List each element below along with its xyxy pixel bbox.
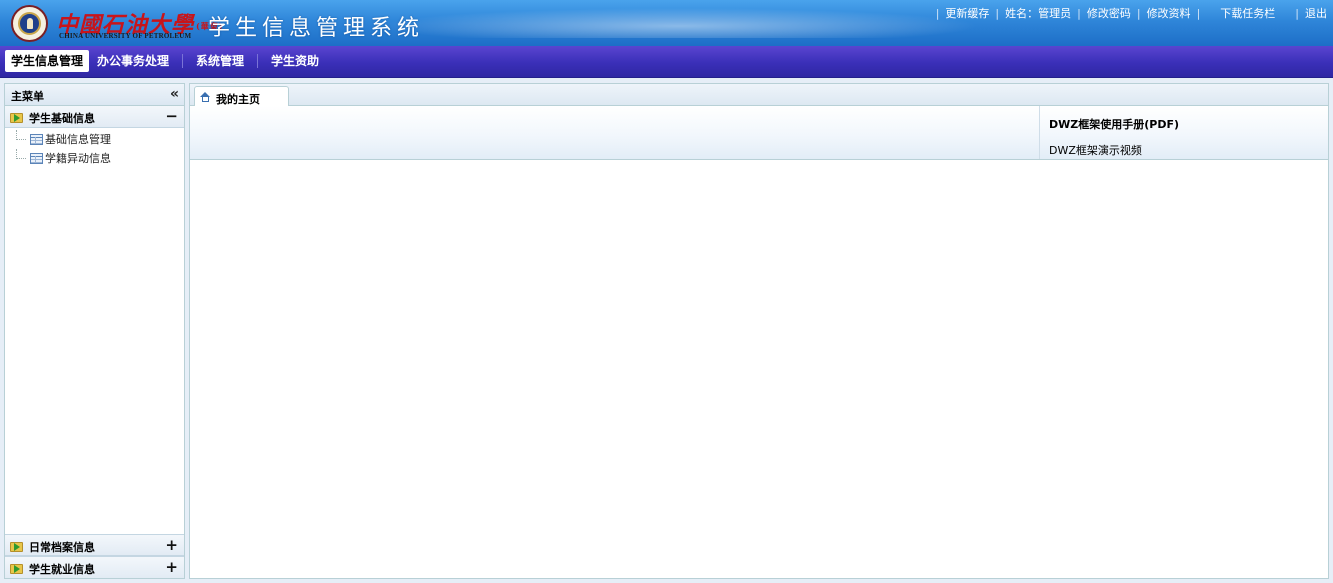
sidebar: 主菜单 « 学生基础信息 − 基础信息管理 学籍异动信息 日常档案信息 + 学生… — [4, 83, 185, 579]
sidebar-title: 主菜单 — [11, 90, 44, 103]
table-icon — [30, 153, 43, 164]
logout-link[interactable]: 退出 — [1305, 5, 1327, 21]
banner-links: DWZ框架使用手册(PDF) DWZ框架演示视频 — [1039, 106, 1328, 159]
university-emblem-icon — [11, 5, 48, 42]
download-taskbar-link[interactable]: 下载任务栏 — [1220, 5, 1275, 21]
refresh-cache-link[interactable]: 更新缓存 — [945, 5, 989, 21]
menu-item-enrollment-change[interactable]: 学籍异动信息 — [5, 149, 184, 168]
collapse-minus-icon[interactable]: − — [165, 107, 178, 125]
nav-office-affairs[interactable]: 办公事务处理 — [91, 50, 175, 72]
nav-divider — [182, 54, 184, 68]
university-name-en: CHINA UNIVERSITY OF PETROLEUM — [59, 32, 192, 40]
tab-bar: 我的主页 — [190, 84, 1328, 107]
sidebar-header: 主菜单 « — [5, 84, 184, 106]
accordion-student-basic-info[interactable]: 学生基础信息 − — [5, 106, 184, 128]
folder-arrow-icon — [10, 540, 24, 552]
manual-pdf-link[interactable]: DWZ框架使用手册(PDF) — [1049, 116, 1179, 132]
tab-label: 我的主页 — [216, 93, 260, 106]
nav-student-info[interactable]: 学生信息管理 — [5, 50, 90, 72]
accordion-daily-archive[interactable]: 日常档案信息 + — [5, 534, 184, 556]
header-decoration — [380, 8, 980, 38]
home-banner: DWZ框架使用手册(PDF) DWZ框架演示视频 — [190, 106, 1328, 160]
system-title: 学生信息管理系统 — [208, 16, 425, 41]
menu-item-label: 学籍异动信息 — [45, 152, 111, 165]
table-icon — [30, 134, 43, 145]
nav-student-aid[interactable]: 学生资助 — [265, 50, 325, 72]
edit-profile-link[interactable]: 修改资料 — [1147, 5, 1191, 21]
main-panel: 我的主页 DWZ框架使用手册(PDF) DWZ框架演示视频 — [189, 83, 1329, 579]
accordion-label: 日常档案信息 — [29, 541, 95, 554]
accordion-employment-info[interactable]: 学生就业信息 + — [5, 556, 184, 578]
user-name-label: 姓名：管理员 — [1005, 7, 1072, 20]
tab-my-home[interactable]: 我的主页 — [194, 86, 289, 107]
expand-plus-icon[interactable]: + — [165, 536, 178, 554]
expand-plus-icon[interactable]: + — [165, 558, 178, 576]
folder-arrow-icon — [10, 111, 24, 123]
demo-video-link[interactable]: DWZ框架演示视频 — [1049, 142, 1142, 158]
menu-tree: 基础信息管理 学籍异动信息 — [5, 128, 184, 168]
nav-system-management[interactable]: 系统管理 — [190, 50, 250, 72]
folder-arrow-icon — [10, 562, 24, 574]
accordion-label: 学生就业信息 — [29, 563, 95, 576]
logo-area: 中國石油大學 (華東) CHINA UNIVERSITY OF PETROLEUM… — [0, 0, 419, 46]
home-icon — [200, 92, 211, 102]
app-header: 中國石油大學 (華東) CHINA UNIVERSITY OF PETROLEUM… — [0, 0, 1333, 46]
accordion-label: 学生基础信息 — [29, 112, 95, 125]
menu-item-label: 基础信息管理 — [45, 133, 111, 146]
nav-divider — [257, 54, 259, 68]
collapse-sidebar-icon[interactable]: « — [170, 86, 179, 102]
change-password-link[interactable]: 修改密码 — [1087, 5, 1131, 21]
menu-item-basic-info-management[interactable]: 基础信息管理 — [5, 130, 184, 149]
top-links: | 更新缓存 | 姓名：管理员 | 修改密码 | 修改资料 | 下载任务栏 | … — [935, 5, 1327, 21]
main-nav: 学生信息管理 办公事务处理 系统管理 学生资助 — [0, 46, 1333, 78]
